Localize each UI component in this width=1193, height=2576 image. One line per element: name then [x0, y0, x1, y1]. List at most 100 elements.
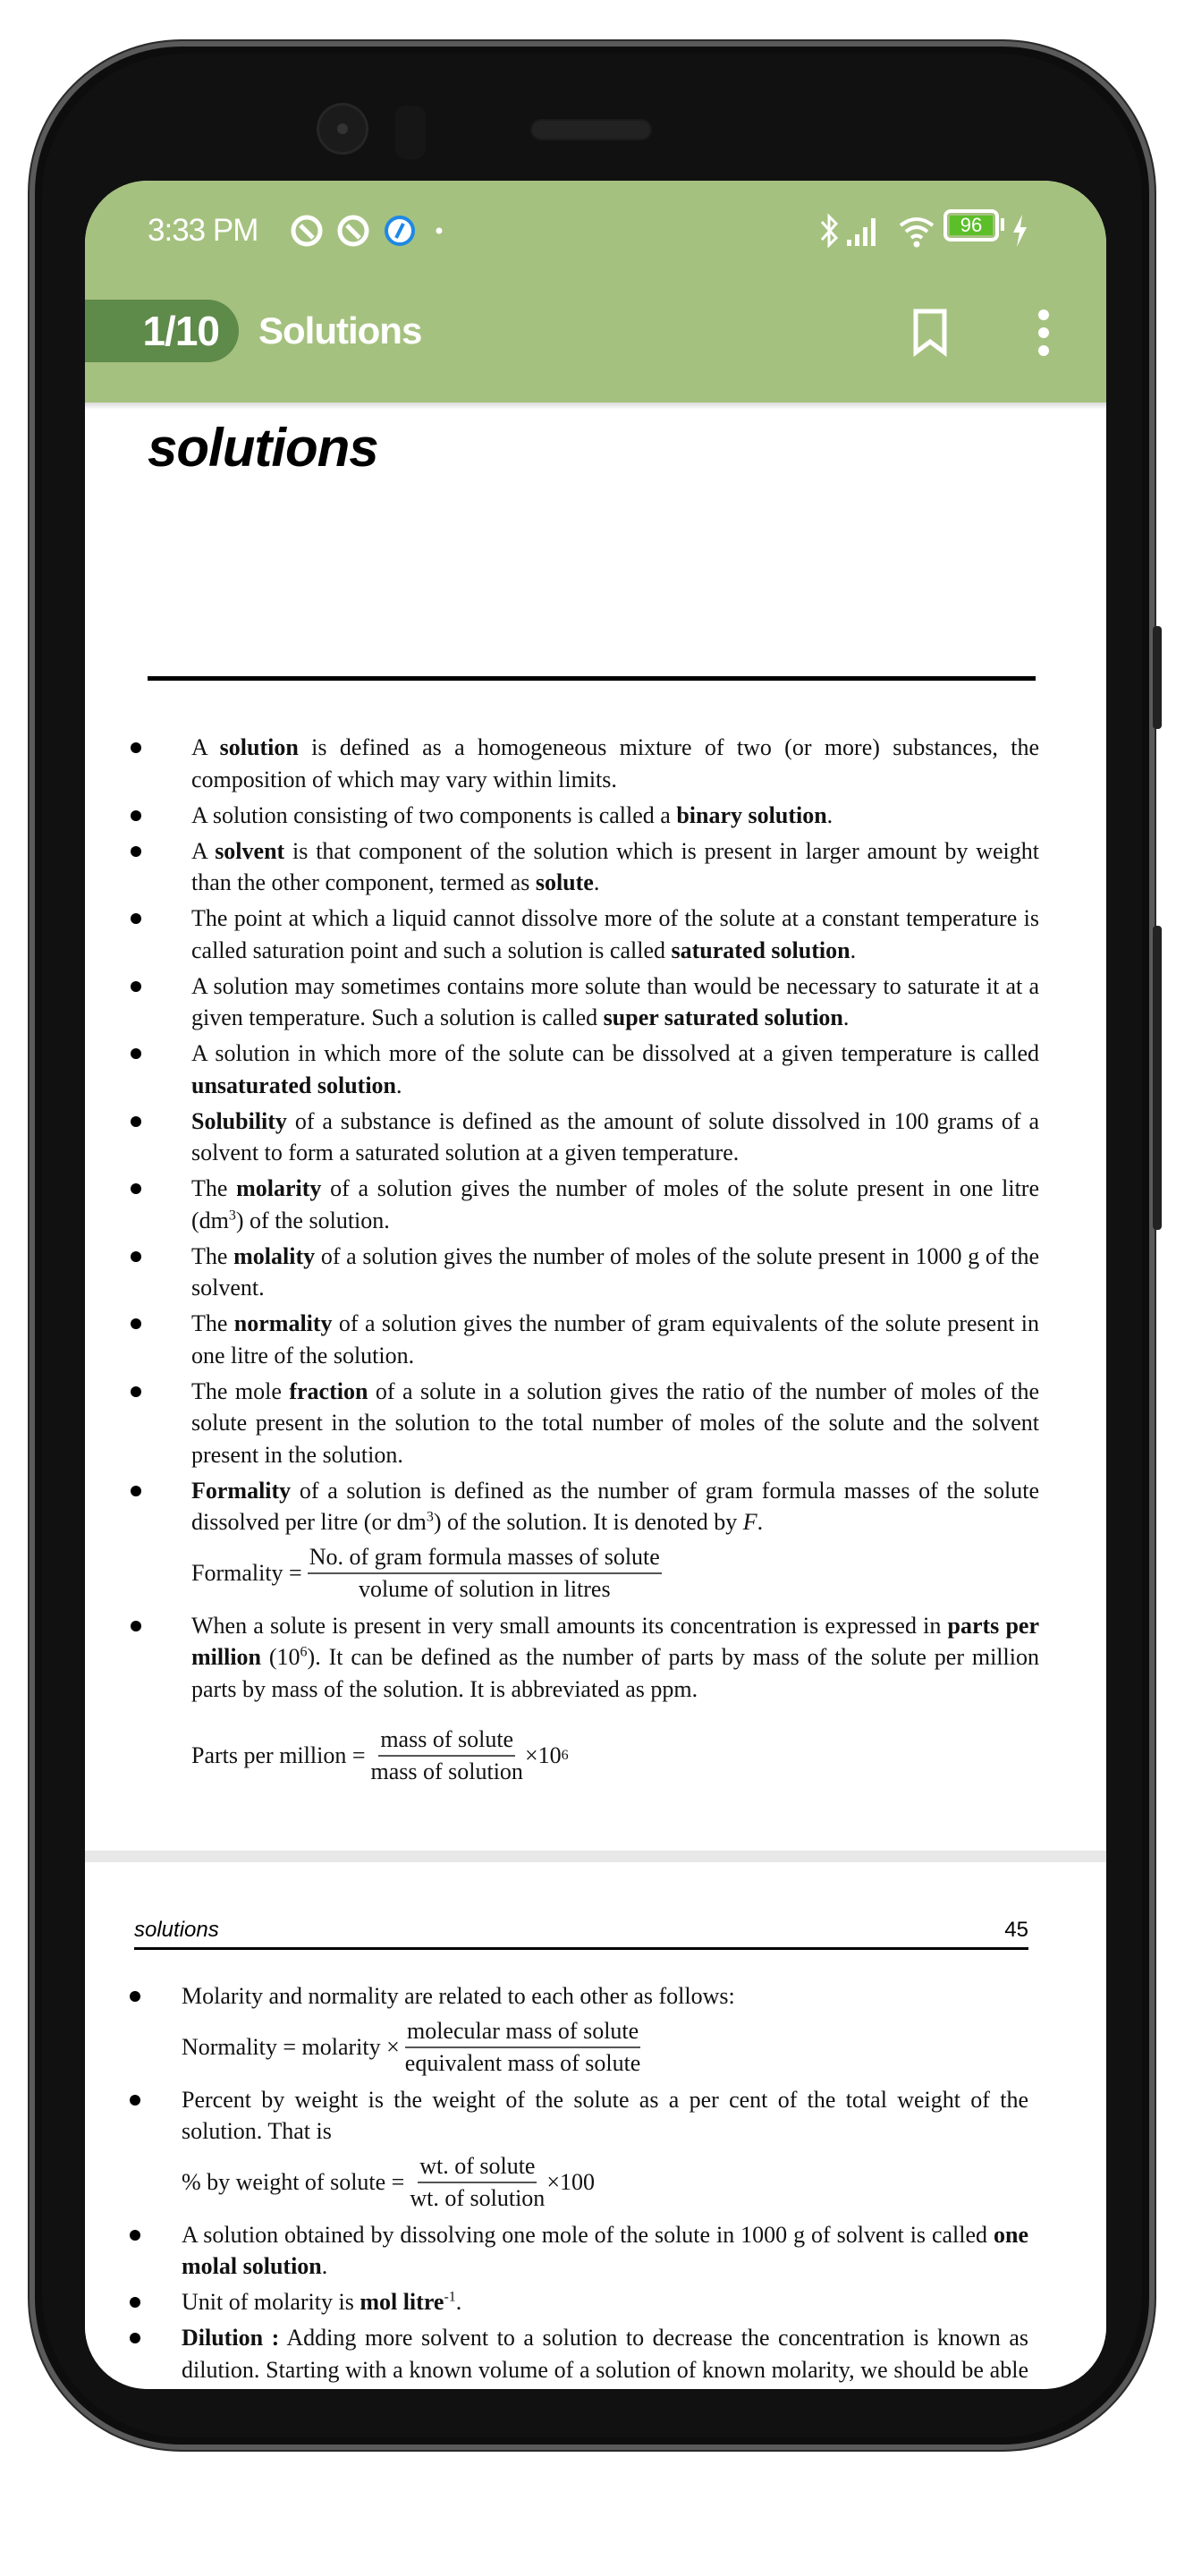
notification-app-icon — [337, 215, 369, 247]
formula-lhs: Formality = — [191, 1559, 302, 1586]
denominator: equivalent mass of solute — [404, 2049, 641, 2076]
superscript: 3 — [426, 1509, 434, 1525]
bullet-dot-icon — [130, 1991, 140, 2002]
text-run: . — [321, 2253, 328, 2279]
formula-lhs: % by weight of solute = — [182, 2168, 405, 2195]
bullet-item: When a solute is present in very small a… — [131, 1610, 1039, 1788]
numerator: molecular mass of solute — [404, 2016, 641, 2048]
bullet-item: The mole fraction of a solute in a solut… — [131, 1376, 1039, 1471]
text-run: The point at which a liquid cannot disso… — [191, 905, 1039, 963]
bullet-item: Solubility of a substance is defined as … — [131, 1106, 1039, 1169]
bold-term: Solubility — [191, 1107, 287, 1134]
text-run: of a substance is defined as the amount … — [191, 1107, 1039, 1166]
formula: % by weight of solute = wt. of solute wt. … — [182, 2151, 1028, 2214]
page-indicator[interactable]: 1/10 — [85, 300, 239, 362]
bullet-item: A solution consisting of two components … — [131, 800, 1039, 832]
text-run: Unit of molarity is — [182, 2289, 360, 2315]
text-run: Percent by weight is the weight of the s… — [182, 2086, 1028, 2145]
page-separator — [85, 1851, 1106, 1862]
running-header: solutions — [134, 1918, 219, 1942]
bullet-dot-icon — [130, 2229, 140, 2241]
bullet-dot-icon — [131, 1620, 141, 1631]
bold-term: solute — [535, 869, 594, 895]
bold-term: super saturated solution — [603, 1004, 843, 1030]
text-run: Adding more solvent to a solution to dec… — [182, 2325, 1029, 2389]
formula: Formality = No. of gram formula masses of… — [191, 1542, 1039, 1605]
text-run: is defined as a homogeneous mixture of t… — [191, 734, 1040, 792]
app-bar: 3:33 PM 96 1/10 Solutions — [85, 181, 1106, 402]
superscript: -1 — [444, 2289, 456, 2305]
text-run: F — [742, 1509, 757, 1535]
bold-term: solution — [219, 734, 299, 760]
denominator: wt. of solution — [410, 2184, 546, 2211]
bluetooth-icon — [820, 213, 839, 249]
charging-icon — [1013, 215, 1027, 247]
battery-level: 96 — [950, 216, 993, 235]
bullet-item: A solution obtained by dissolving one mo… — [130, 2219, 1028, 2283]
screen: 3:33 PM 96 1/10 Solutions solutions A so… — [85, 181, 1106, 2389]
more-vert-icon[interactable] — [1035, 308, 1053, 358]
text-run: ) of the solution. — [235, 1207, 390, 1233]
fraction: mass of solute mass of solution — [370, 1724, 522, 1787]
text-run: (10 — [261, 1644, 300, 1670]
compass-icon — [385, 216, 415, 246]
text-run: A — [191, 734, 220, 760]
bullet-text: Percent by weight is the weight of the s… — [182, 2084, 1028, 2148]
dot-icon — [436, 227, 443, 234]
bullet-text: When a solute is present in very small a… — [191, 1610, 1039, 1706]
volume-button — [1153, 626, 1162, 729]
text-run: When a solute is present in very small a… — [191, 1612, 948, 1639]
text-run: . — [593, 869, 600, 895]
superscript: 6 — [300, 1644, 308, 1660]
text-run: . — [826, 801, 833, 828]
bold-term: Formality — [191, 1477, 292, 1504]
bullet-dot-icon — [130, 2297, 140, 2308]
bullet-text: The molarity of a solution gives the num… — [191, 1173, 1039, 1236]
app-title: Solutions — [258, 309, 422, 352]
text-run: The — [191, 1242, 234, 1269]
battery-icon: 96 — [943, 209, 999, 242]
bullet-text: A solution in which more of the solute c… — [191, 1038, 1039, 1101]
document-viewer[interactable]: solutions A solution is defined as a hom… — [85, 410, 1106, 2389]
bullet-dot-icon — [131, 1048, 141, 1059]
fraction: No. of gram formula masses of solute volu… — [307, 1542, 662, 1605]
numerator: No. of gram formula masses of solute — [307, 1542, 662, 1574]
bullet-text: A solution obtained by dissolving one mo… — [182, 2219, 1028, 2283]
bullet-item: Percent by weight is the weight of the s… — [130, 2084, 1028, 2214]
text-run: . — [842, 1004, 850, 1030]
bullet-text: The normality of a solution gives the nu… — [191, 1308, 1039, 1371]
text-run: ). It can be defined as the number of pa… — [191, 1644, 1039, 1702]
text-run: ) of the solution. It is denoted by — [433, 1509, 743, 1535]
text-run: Molarity and normality are related to ea… — [182, 1983, 735, 2009]
text-run: . — [850, 936, 857, 963]
text-run: The — [191, 1310, 234, 1336]
bullet-dot-icon — [131, 1115, 141, 1127]
bullet-dot-icon — [131, 1250, 141, 1262]
bullet-text: Solubility of a substance is defined as … — [191, 1106, 1039, 1169]
bold-term: molarity — [236, 1175, 322, 1201]
page-heading: solutions — [148, 418, 379, 478]
bullet-text: The point at which a liquid cannot disso… — [191, 902, 1039, 966]
fraction: molecular mass of solute equivalent mass … — [405, 2016, 641, 2079]
front-camera — [319, 106, 366, 152]
text-run: . — [757, 1509, 764, 1535]
bullet-dot-icon — [131, 913, 141, 924]
bullet-dot-icon — [130, 2333, 140, 2343]
bullet-item: Dilution : Adding more solvent to a solu… — [130, 2322, 1029, 2389]
bookmark-icon[interactable] — [912, 308, 948, 358]
header-rule — [134, 1947, 1028, 1950]
text-run: The mole — [191, 1377, 290, 1404]
text-run: A solution obtained by dissolving one mo… — [182, 2221, 994, 2248]
superscript: 3 — [228, 1207, 236, 1223]
bullet-text: A solution may sometimes contains more s… — [191, 970, 1039, 1034]
bold-term: saturated solution — [671, 936, 850, 963]
bullet-item: A solvent is that component of the solut… — [131, 835, 1040, 899]
bold-term: Dilution : — [182, 2325, 280, 2351]
bullet-item: Molarity and normality are related to ea… — [130, 1980, 1028, 2079]
bold-term: solvent — [215, 837, 285, 864]
text-run: is that component of the solution which … — [191, 837, 1040, 896]
bold-term: fraction — [289, 1377, 368, 1404]
app-bar-shadow — [85, 402, 1106, 410]
bold-term: molality — [233, 1242, 316, 1269]
formula-multiplier: ×10 — [524, 1742, 562, 1769]
